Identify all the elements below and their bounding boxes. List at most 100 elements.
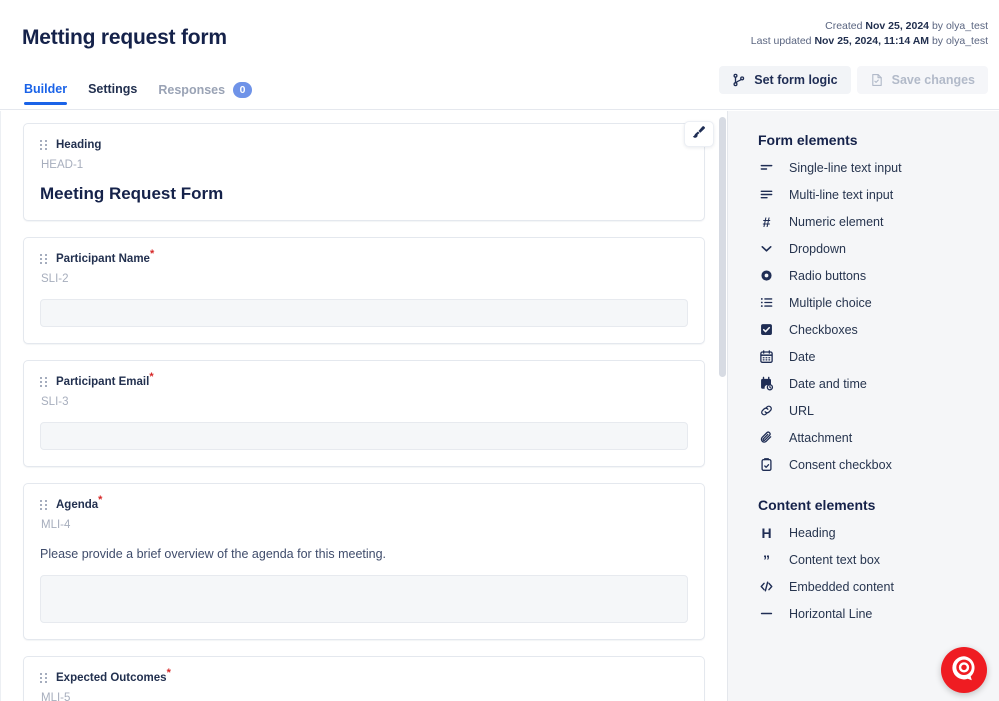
tab-settings[interactable]: Settings	[88, 82, 137, 105]
brush-tool-button[interactable]	[684, 121, 714, 147]
element-label: URL	[789, 403, 815, 418]
list-icon	[758, 295, 775, 310]
tab-responses-label: Responses	[158, 83, 226, 97]
element-checkboxes[interactable]: Checkboxes	[728, 316, 999, 343]
drag-handle-icon[interactable]	[40, 377, 47, 387]
updated-by: by olya_test	[931, 35, 988, 47]
element-date[interactable]: Date	[728, 343, 999, 370]
drag-handle-icon[interactable]	[40, 673, 47, 683]
element-single-line-text-input[interactable]: Single-line text input	[728, 154, 999, 181]
single-line-text-icon	[758, 160, 775, 175]
required-asterisk: *	[149, 371, 154, 384]
card-label: Participant Email*	[56, 371, 154, 388]
elements-panel: Form elements Single-line text input Mul…	[727, 111, 999, 701]
updated-date: Nov 25, 2024, 11:14 AM	[814, 35, 930, 47]
card-label: Participant Name*	[56, 248, 155, 265]
form-card-participant-email[interactable]: Participant Email* SLI-3	[23, 360, 705, 467]
chat-bubble-icon	[949, 653, 979, 688]
element-label: Multiple choice	[789, 295, 872, 310]
required-asterisk: *	[166, 667, 171, 680]
card-label: Expected Outcomes*	[56, 667, 171, 684]
element-label: Date	[789, 349, 816, 364]
card-code: SLI-3	[41, 396, 69, 408]
responses-count-badge: 0	[233, 82, 253, 98]
support-chat-button[interactable]	[941, 647, 987, 693]
element-label: Multi-line text input	[789, 187, 894, 202]
drag-handle-icon[interactable]	[40, 500, 47, 510]
paperclip-icon	[758, 430, 775, 445]
element-label: Heading	[789, 525, 836, 540]
form-builder-app: Metting request form Created Nov 25, 202…	[0, 0, 999, 701]
form-cards-list: Heading HEAD-1 Meeting Request Form Part…	[1, 111, 727, 701]
element-embedded-content[interactable]: Embedded content	[728, 573, 999, 600]
element-label: Checkboxes	[789, 322, 858, 337]
element-heading[interactable]: H Heading	[728, 519, 999, 546]
element-label: Consent checkbox	[789, 457, 892, 472]
element-consent-checkbox[interactable]: Consent checkbox	[728, 451, 999, 478]
quote-icon: ”	[763, 551, 770, 568]
heading-icon: H	[761, 524, 772, 541]
updated-prefix: Last updated	[750, 35, 812, 47]
element-numeric[interactable]: # Numeric element	[728, 208, 999, 235]
element-date-and-time[interactable]: Date and time	[728, 370, 999, 397]
element-label: Content text box	[789, 552, 881, 567]
element-dropdown[interactable]: Dropdown	[728, 235, 999, 262]
set-form-logic-button[interactable]: Set form logic	[719, 66, 851, 94]
tab-builder-label: Builder	[24, 82, 68, 96]
created-date: Nov 25, 2024	[865, 20, 930, 32]
drag-handle-icon[interactable]	[40, 254, 47, 264]
page-title: Metting request form	[22, 26, 227, 49]
tab-responses[interactable]: Responses 0	[158, 82, 253, 107]
required-asterisk: *	[149, 248, 155, 261]
canvas-scrollbar[interactable]	[719, 117, 726, 697]
hash-icon: #	[762, 213, 771, 230]
save-changes-label: Save changes	[891, 73, 975, 87]
checkbox-icon	[758, 322, 775, 337]
save-changes-button[interactable]: Save changes	[856, 66, 988, 94]
element-multi-line-text-input[interactable]: Multi-line text input	[728, 181, 999, 208]
element-label: Attachment	[789, 430, 853, 445]
single-line-input-preview[interactable]	[40, 299, 688, 327]
element-horizontal-line[interactable]: Horizontal Line	[728, 600, 999, 627]
card-code: HEAD-1	[41, 159, 84, 171]
card-code: MLI-4	[41, 519, 71, 531]
card-code: MLI-5	[41, 692, 71, 701]
required-asterisk: *	[98, 494, 103, 507]
content-elements-title: Content elements	[758, 497, 876, 513]
radio-icon	[758, 268, 775, 283]
updated-line: Last updated Nov 25, 2024, 11:14 AM by o…	[751, 34, 988, 49]
element-label: Embedded content	[789, 579, 894, 594]
code-icon	[758, 579, 775, 594]
form-card-heading[interactable]: Heading HEAD-1 Meeting Request Form	[23, 123, 705, 221]
element-attachment[interactable]: Attachment	[728, 424, 999, 451]
app-header: Metting request form Created Nov 25, 202…	[0, 0, 999, 110]
tab-builder[interactable]: Builder	[24, 82, 68, 105]
element-label: Dropdown	[789, 241, 846, 256]
single-line-input-preview[interactable]	[40, 422, 688, 450]
set-form-logic-label: Set form logic	[754, 73, 838, 87]
card-header: Participant Email*	[40, 371, 688, 388]
form-canvas[interactable]: Heading HEAD-1 Meeting Request Form Part…	[0, 111, 727, 701]
card-header: Agenda*	[40, 495, 688, 511]
link-icon	[758, 403, 775, 418]
element-label: Numeric element	[789, 214, 884, 229]
card-heading-text: Meeting Request Form	[40, 184, 224, 203]
canvas-scrollbar-thumb[interactable]	[719, 117, 726, 377]
document-check-icon	[870, 73, 884, 87]
form-metadata: Created Nov 25, 2024 by olya_test Last u…	[751, 19, 988, 49]
chevron-down-icon	[758, 241, 775, 256]
element-content-text-box[interactable]: ” Content text box	[728, 546, 999, 573]
form-card-participant-name[interactable]: Participant Name* SLI-2	[23, 237, 705, 344]
element-radio-buttons[interactable]: Radio buttons	[728, 262, 999, 289]
card-header: Expected Outcomes*	[40, 667, 688, 684]
multi-line-input-preview[interactable]	[40, 575, 688, 623]
element-url[interactable]: URL	[728, 397, 999, 424]
element-label: Date and time	[789, 376, 867, 391]
drag-handle-icon[interactable]	[40, 140, 47, 150]
created-line: Created Nov 25, 2024 by olya_test	[751, 19, 988, 34]
form-card-expected-outcomes[interactable]: Expected Outcomes* MLI-5	[23, 656, 705, 701]
card-header: Participant Name*	[40, 248, 688, 265]
tab-settings-label: Settings	[88, 82, 138, 96]
form-card-agenda[interactable]: Agenda* MLI-4 Please provide a brief ove…	[23, 483, 705, 640]
element-multiple-choice[interactable]: Multiple choice	[728, 289, 999, 316]
